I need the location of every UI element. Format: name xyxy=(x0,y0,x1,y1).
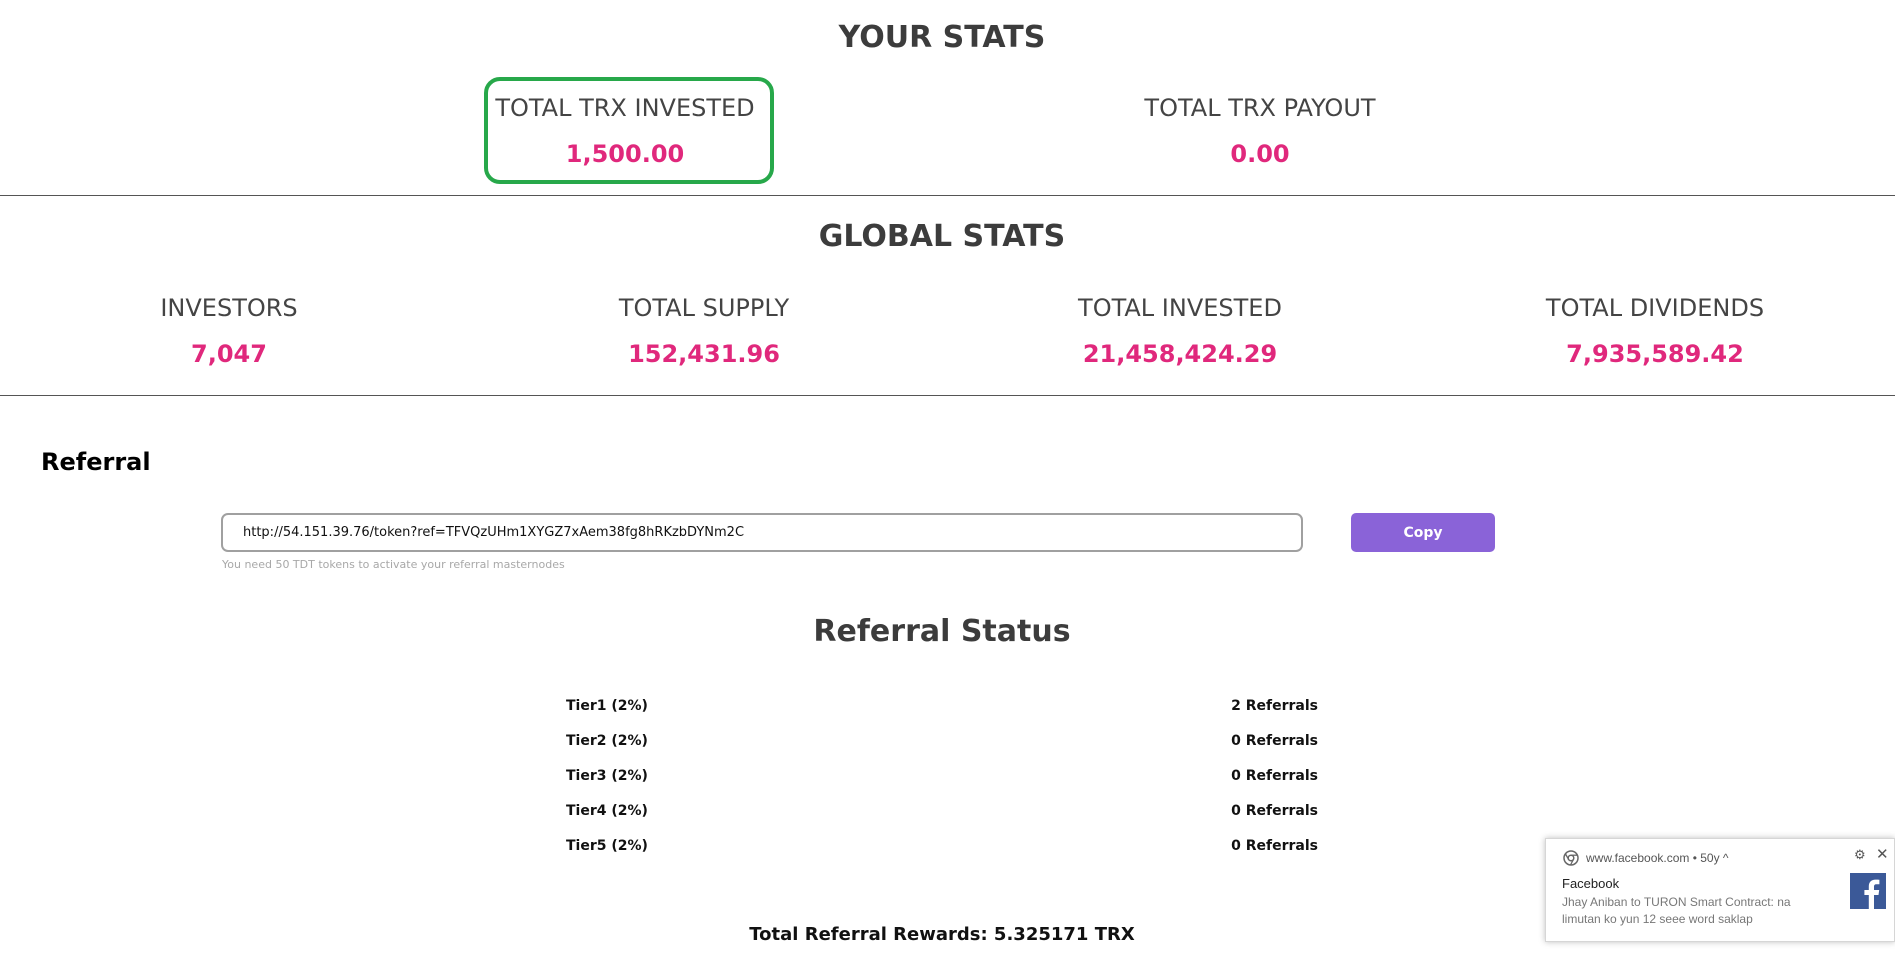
stat-value: 0.00 xyxy=(1230,140,1290,168)
stat-total-supply: TOTAL SUPPLY 152,431.96 xyxy=(484,294,924,368)
stat-label: TOTAL SUPPLY xyxy=(618,294,790,322)
stat-total-dividends: TOTAL DIVIDENDS 7,935,589.42 xyxy=(1435,294,1875,368)
your-stats-title: YOUR STATS xyxy=(838,20,1046,55)
stat-label: INVESTORS xyxy=(160,294,298,322)
tier-name: Tier4 (2%) xyxy=(566,803,648,819)
tier-row: Tier4 (2%) 0 Referrals xyxy=(566,803,1318,827)
tier-name: Tier5 (2%) xyxy=(566,838,648,854)
stat-investors: INVESTORS 7,047 xyxy=(9,294,449,368)
tier-name: Tier1 (2%) xyxy=(566,698,648,714)
page: YOUR STATS TOTAL TRX INVESTED 1,500.00 T… xyxy=(0,0,1895,955)
close-icon[interactable]: ✕ xyxy=(1876,845,1889,863)
tier-count: 0 Referrals xyxy=(1231,733,1318,749)
gear-icon[interactable]: ⚙ xyxy=(1854,847,1866,863)
stat-label: TOTAL INVESTED xyxy=(1078,294,1282,322)
referral-hint: You need 50 TDT tokens to activate your … xyxy=(222,558,565,571)
notification-source: www.facebook.com • 50у ^ xyxy=(1586,851,1729,865)
tier-row: Tier3 (2%) 0 Referrals xyxy=(566,768,1318,792)
tier-row: Tier1 (2%) 2 Referrals xyxy=(566,698,1318,722)
referral-link-input[interactable] xyxy=(221,513,1303,552)
referral-heading: Referral xyxy=(41,448,151,476)
tier-count: 2 Referrals xyxy=(1231,698,1318,714)
tier-row: Tier2 (2%) 0 Referrals xyxy=(566,733,1318,757)
stat-value: 7,047 xyxy=(191,340,267,368)
facebook-icon xyxy=(1850,873,1886,909)
stat-value: 152,431.96 xyxy=(628,340,780,368)
stat-total-trx-invested: TOTAL TRX INVESTED 1,500.00 xyxy=(405,94,845,168)
notification-title: Facebook xyxy=(1562,876,1620,891)
chrome-icon xyxy=(1563,850,1579,866)
stat-value: 7,935,589.42 xyxy=(1566,340,1744,368)
stat-value: 1,500.00 xyxy=(565,140,685,168)
tier-row: Tier5 (2%) 0 Referrals xyxy=(566,838,1318,862)
tier-name: Tier3 (2%) xyxy=(566,768,648,784)
stat-total-trx-payout: TOTAL TRX PAYOUT 0.00 xyxy=(1040,94,1480,168)
tier-count: 0 Referrals xyxy=(1231,768,1318,784)
global-stats-title: GLOBAL STATS xyxy=(818,219,1066,254)
divider xyxy=(0,395,1895,396)
divider xyxy=(0,195,1895,196)
stat-value: 21,458,424.29 xyxy=(1082,340,1278,368)
notification-toast[interactable]: www.facebook.com • 50у ^ ⚙ ✕ Facebook Jh… xyxy=(1545,838,1895,942)
stat-label: TOTAL TRX PAYOUT xyxy=(1144,94,1376,122)
stat-total-invested: TOTAL INVESTED 21,458,424.29 xyxy=(960,294,1400,368)
referral-status-title: Referral Status xyxy=(813,614,1071,649)
stat-label: TOTAL DIVIDENDS xyxy=(1545,294,1765,322)
notification-body: Jhay Aniban to TURON Smart Contract: na … xyxy=(1562,895,1791,926)
copy-button[interactable]: Copy xyxy=(1351,513,1495,552)
tier-count: 0 Referrals xyxy=(1231,803,1318,819)
stat-label: TOTAL TRX INVESTED xyxy=(495,94,755,122)
tier-count: 0 Referrals xyxy=(1231,838,1318,854)
tier-name: Tier2 (2%) xyxy=(566,733,648,749)
